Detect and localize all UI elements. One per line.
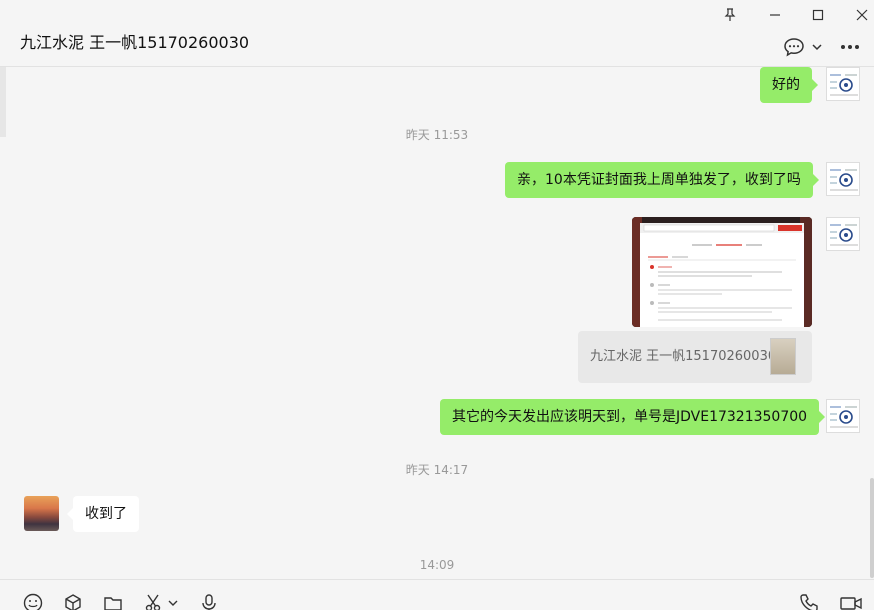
- scissors-icon[interactable]: [142, 593, 164, 610]
- microphone-icon[interactable]: [198, 593, 220, 610]
- maximize-icon[interactable]: [805, 4, 831, 26]
- chat-title: 九江水泥 王一帆15170260030: [20, 33, 250, 52]
- timestamp: 14:09: [419, 558, 455, 572]
- folder-icon[interactable]: [102, 593, 124, 610]
- emoji-icon[interactable]: [22, 593, 44, 610]
- minimize-icon[interactable]: [762, 4, 788, 26]
- my-avatar[interactable]: [826, 217, 860, 251]
- box-icon[interactable]: [62, 593, 84, 610]
- quoted-message-text: 九江水泥 王一帆15170260030:: [590, 349, 781, 364]
- close-icon[interactable]: [849, 4, 874, 26]
- message-list[interactable]: 好的 昨天 11:53 亲，10本凭证封面我上周单独发了，收到了吗 九江水泥 王…: [0, 67, 874, 579]
- chat-bubble-icon[interactable]: [782, 36, 806, 58]
- timestamp: 昨天 14:17: [405, 463, 469, 477]
- more-icon[interactable]: [838, 36, 862, 58]
- video-icon[interactable]: [838, 593, 864, 610]
- input-toolbar: [0, 579, 874, 610]
- pin-icon[interactable]: [717, 4, 743, 26]
- timestamp: 昨天 11:53: [405, 128, 469, 142]
- scrollbar-thumb[interactable]: [870, 478, 874, 578]
- message-bubble-sent[interactable]: 好的: [760, 67, 818, 103]
- chat-header: 九江水泥 王一帆15170260030: [0, 0, 874, 67]
- chevron-down-icon[interactable]: [810, 36, 824, 58]
- phone-icon[interactable]: [798, 593, 820, 610]
- screenshot-image[interactable]: [632, 217, 812, 327]
- message-bubble-sent[interactable]: 亲，10本凭证封面我上周单独发了，收到了吗: [505, 162, 819, 198]
- my-avatar[interactable]: [826, 399, 860, 433]
- quoted-message[interactable]: 九江水泥 王一帆15170260030:: [578, 331, 812, 383]
- my-avatar[interactable]: [826, 162, 860, 196]
- chat-window: 九江水泥 王一帆15170260030 好的 昨天 11:53 亲，10本凭证封…: [0, 0, 874, 610]
- message-bubble-sent[interactable]: 其它的今天发出应该明天到，单号是JDVE17321350700: [440, 399, 826, 435]
- quoted-image-thumbnail[interactable]: [770, 338, 796, 375]
- message-bubble-received[interactable]: 收到了: [67, 496, 139, 532]
- my-avatar[interactable]: [826, 67, 860, 101]
- contact-avatar[interactable]: [24, 496, 59, 531]
- chevron-down-icon[interactable]: [166, 593, 180, 610]
